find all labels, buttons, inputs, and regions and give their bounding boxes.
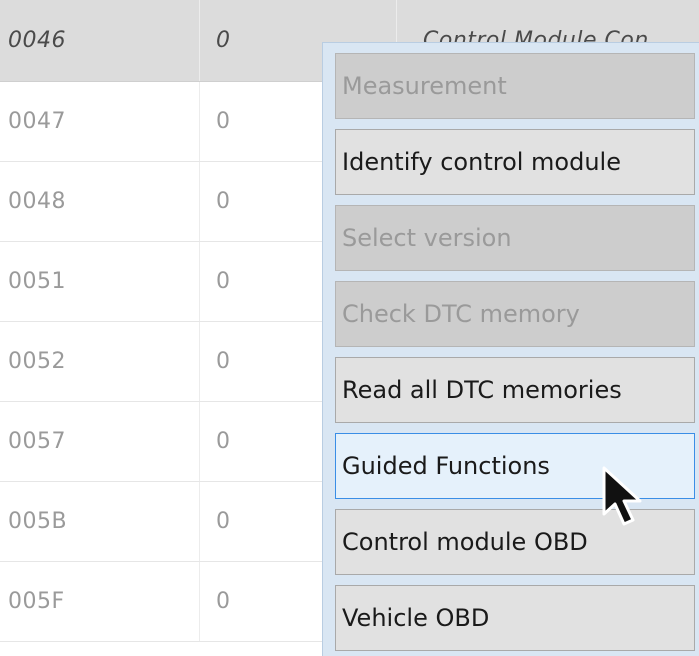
module-id-cell: 0047 bbox=[0, 82, 200, 161]
menu-item-control-module-obd[interactable]: Control module OBD bbox=[335, 509, 695, 575]
menu-item-check-dtc-memory: Check DTC memory bbox=[335, 281, 695, 347]
module-id-cell: 005F bbox=[0, 562, 200, 641]
context-menu: Measurement Identify control module Sele… bbox=[322, 42, 699, 656]
module-id-cell: 005B bbox=[0, 482, 200, 561]
menu-item-vehicle-obd[interactable]: Vehicle OBD bbox=[335, 585, 695, 651]
module-id-cell: 0048 bbox=[0, 162, 200, 241]
menu-item-guided-functions[interactable]: Guided Functions bbox=[335, 433, 695, 499]
module-id-cell: 0046 bbox=[0, 0, 200, 81]
menu-item-read-all-dtc-memories[interactable]: Read all DTC memories bbox=[335, 357, 695, 423]
module-id-cell: 0051 bbox=[0, 242, 200, 321]
menu-item-select-version: Select version bbox=[335, 205, 695, 271]
module-id-cell: 0052 bbox=[0, 322, 200, 401]
menu-item-measurement: Measurement bbox=[335, 53, 695, 119]
menu-item-identify-control-module[interactable]: Identify control module bbox=[335, 129, 695, 195]
module-id-cell: 0057 bbox=[0, 402, 200, 481]
diagnostic-screen: 0046 0 Control Module Con 0047 0 0048 0 … bbox=[0, 0, 699, 656]
